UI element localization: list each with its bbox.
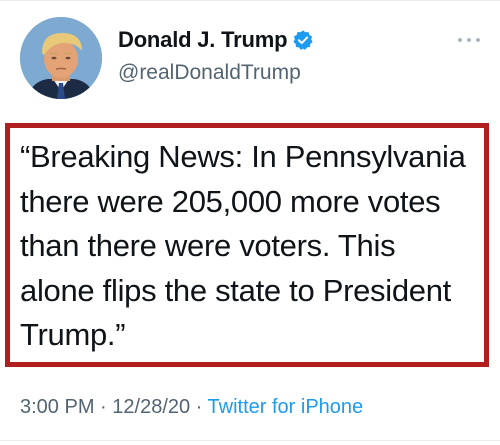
meta-separator: · bbox=[94, 396, 113, 418]
author-handle[interactable]: @realDonaldTrump bbox=[118, 61, 301, 85]
tweet-date[interactable]: 12/28/20 bbox=[112, 396, 190, 418]
tweet-meta: 3:00 PM · 12/28/20 · Twitter for iPhone bbox=[20, 396, 363, 419]
meta-separator: · bbox=[190, 396, 208, 418]
author-display-name[interactable]: Donald J. Trump bbox=[118, 27, 288, 53]
tweet-source-link[interactable]: Twitter for iPhone bbox=[208, 396, 364, 418]
bottom-divider bbox=[0, 440, 500, 441]
avatar[interactable] bbox=[20, 17, 102, 99]
top-divider bbox=[0, 0, 500, 1]
more-options-button[interactable] bbox=[452, 30, 486, 50]
tweet-text: “Breaking News: In Pennsylvania there we… bbox=[20, 139, 466, 352]
more-options-icon bbox=[458, 38, 480, 42]
tweet-time[interactable]: 3:00 PM bbox=[20, 396, 94, 418]
author-name-row[interactable]: Donald J. Trump bbox=[118, 27, 314, 53]
verified-badge-icon bbox=[292, 29, 314, 51]
avatar-photo-icon bbox=[20, 17, 102, 99]
